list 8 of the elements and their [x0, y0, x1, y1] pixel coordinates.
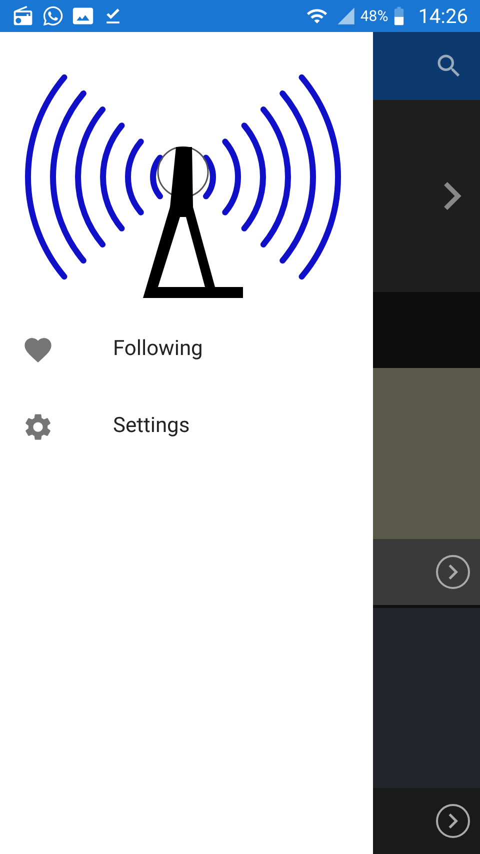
clock-time: 14:26: [418, 3, 468, 30]
battery-percent: 48%: [360, 6, 388, 27]
chat-icon: [42, 5, 64, 27]
drawer-item[interactable]: Settings: [0, 397, 373, 457]
image-icon: [72, 5, 94, 27]
radio-icon: [12, 5, 34, 27]
signal-icon: [336, 6, 356, 26]
drawer-item[interactable]: Following: [0, 320, 373, 380]
